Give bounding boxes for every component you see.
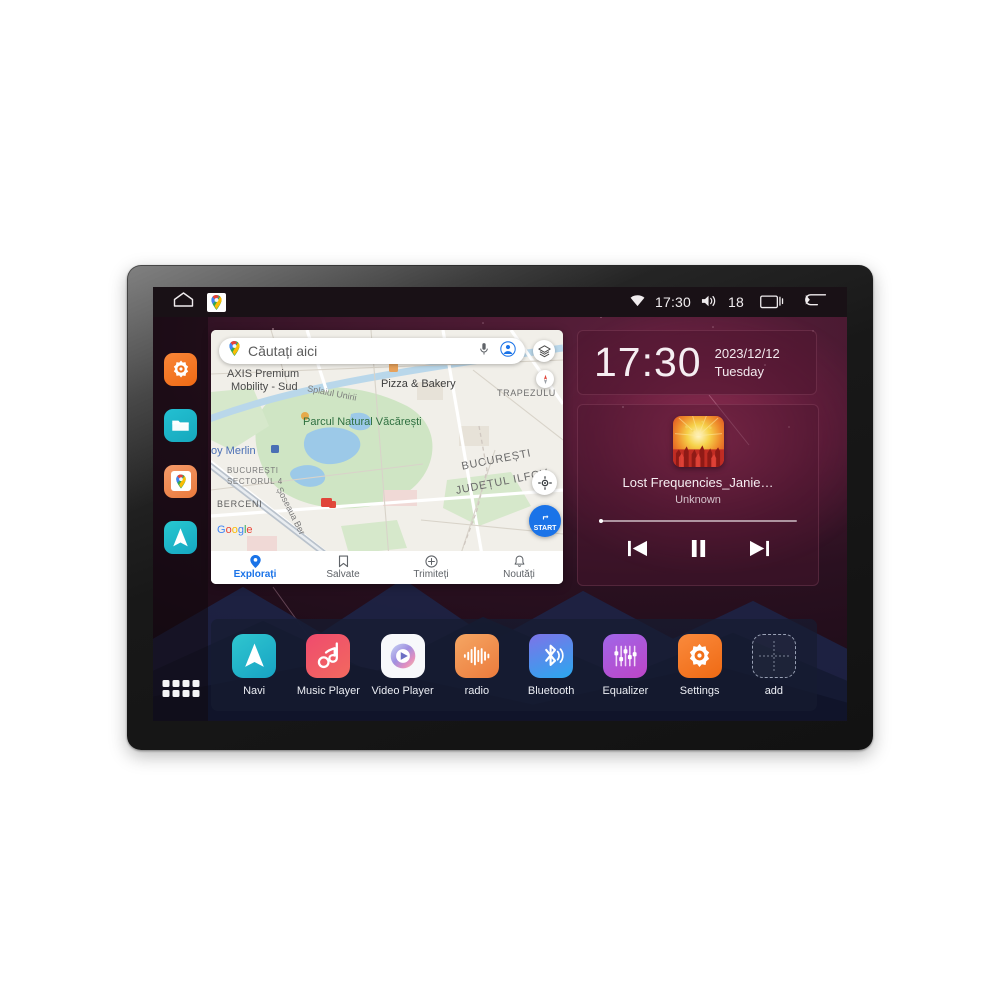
dock-app-radio[interactable]: radio <box>443 633 511 697</box>
music-track-title: Lost Frequencies_Janie… <box>622 475 774 490</box>
wifi-icon <box>630 294 645 310</box>
directions-arrow-icon <box>539 511 551 523</box>
map-start-label: START <box>533 524 557 532</box>
dock-app-label: Bluetooth <box>527 684 575 697</box>
dock-app-settings[interactable]: Settings <box>666 633 734 697</box>
status-bar-time: 17:30 <box>654 294 692 310</box>
dock-app-bluetooth[interactable]: Bluetooth <box>517 633 585 697</box>
map-bottom-nav: Explorați Salvate Trimiteți Noutăți <box>211 551 563 584</box>
device-screen: 17:30 18 AXIS Premium Mobility - Sud Piz… <box>153 287 847 721</box>
navigation-arrow-icon <box>173 527 188 546</box>
google-maps-icon <box>175 474 186 488</box>
bluetooth-icon <box>545 644 564 666</box>
dock-app-label: Video Player <box>371 684 434 697</box>
back-icon[interactable] <box>802 292 827 312</box>
dock-app-label: Navi <box>243 684 266 697</box>
map-tab-noutati[interactable]: Noutăți <box>475 555 563 580</box>
map-tab-label: Noutăți <box>503 569 535 580</box>
play-circle-icon <box>390 643 415 668</box>
clock-day: Tuesday <box>714 364 764 379</box>
clock-date-block: 2023/12/12 Tuesday <box>715 346 780 379</box>
equalizer-sliders-icon <box>614 645 637 666</box>
map-canvas[interactable] <box>211 330 563 584</box>
map-start-button[interactable]: START <box>529 505 561 537</box>
microphone-icon[interactable] <box>479 342 489 361</box>
explore-pin-icon <box>249 555 261 568</box>
map-search-input[interactable]: Căutați aici <box>248 343 472 359</box>
music-player-widget[interactable]: Lost Frequencies_Janie… Unknown <box>577 404 819 586</box>
app-drawer-grid-icon[interactable] <box>162 680 199 697</box>
skip-next-icon[interactable] <box>749 539 770 563</box>
rail-item-maps[interactable] <box>164 453 197 509</box>
rail-item-navi[interactable] <box>164 509 197 565</box>
gear-icon <box>689 644 710 667</box>
clock-date: 2023/12/12 <box>714 346 780 361</box>
dock-app-label: Settings <box>679 684 720 697</box>
status-bar-right: 17:30 18 <box>630 292 847 312</box>
rail-item-settings[interactable] <box>164 341 197 397</box>
google-maps-icon[interactable] <box>207 292 226 312</box>
music-progress-bar[interactable] <box>599 519 797 523</box>
volume-icon[interactable] <box>701 294 718 311</box>
rail-item-files[interactable] <box>164 397 197 453</box>
dock-app-music-player[interactable]: Music Player <box>294 633 362 697</box>
clock-time: 17:30 <box>594 339 702 385</box>
pause-icon[interactable] <box>690 539 707 563</box>
dock-app-video-player[interactable]: Video Player <box>369 633 437 697</box>
app-dock: Navi Music Player Video Player radio Blu… <box>211 619 817 711</box>
dock-app-label: add <box>764 684 784 697</box>
navigation-arrow-icon <box>244 643 264 667</box>
map-layers-button[interactable] <box>533 340 555 362</box>
home-icon[interactable] <box>173 292 194 312</box>
dock-app-label: Music Player <box>296 684 360 697</box>
dock-app-equalizer[interactable]: Equalizer <box>591 633 659 697</box>
send-plus-icon <box>424 555 438 568</box>
music-controls <box>627 539 770 563</box>
account-circle-icon[interactable] <box>500 340 516 362</box>
album-art <box>672 416 724 467</box>
bell-icon <box>514 555 524 567</box>
map-search-bar[interactable]: Căutați aici <box>219 338 525 364</box>
gear-icon <box>173 360 188 378</box>
map-my-location-button[interactable] <box>532 470 557 495</box>
music-progress-thumb[interactable] <box>599 519 603 523</box>
maps-pin-icon <box>228 341 241 361</box>
folder-icon <box>172 420 189 431</box>
bookmark-icon <box>338 555 348 568</box>
google-maps-card[interactable]: VITAN AXIS Premium Mobility - Sud Pizza … <box>211 330 563 584</box>
map-compass-button[interactable] <box>536 370 554 388</box>
dock-app-label: Equalizer <box>602 684 649 697</box>
add-placeholder-icon <box>751 633 796 678</box>
map-tab-trimiteti[interactable]: Trimiteți <box>387 555 475 580</box>
volume-level: 18 <box>728 294 744 310</box>
map-tab-label: Explorați <box>233 569 277 580</box>
radio-waveform-icon <box>463 646 490 665</box>
skip-previous-icon[interactable] <box>627 539 648 563</box>
map-tab-label: Salvate <box>326 569 360 580</box>
tablet-device-frame: 17:30 18 AXIS Premium Mobility - Sud Piz… <box>127 265 873 750</box>
map-tab-explorati[interactable]: Explorați <box>211 555 299 580</box>
dock-app-add[interactable]: add <box>740 633 808 697</box>
map-tab-label: Trimiteți <box>413 569 449 580</box>
status-bar: 17:30 18 <box>153 287 847 317</box>
status-bar-left <box>153 292 226 312</box>
left-app-rail <box>153 317 208 721</box>
dock-app-navi[interactable]: Navi <box>220 633 288 697</box>
clock-widget[interactable]: 17:30 2023/12/12 Tuesday <box>577 330 817 395</box>
recents-icon[interactable] <box>760 293 784 312</box>
map-tab-salvate[interactable]: Salvate <box>299 555 387 580</box>
music-artist: Unknown <box>675 494 721 506</box>
music-note-icon <box>317 642 338 669</box>
dock-app-label: radio <box>464 684 490 697</box>
